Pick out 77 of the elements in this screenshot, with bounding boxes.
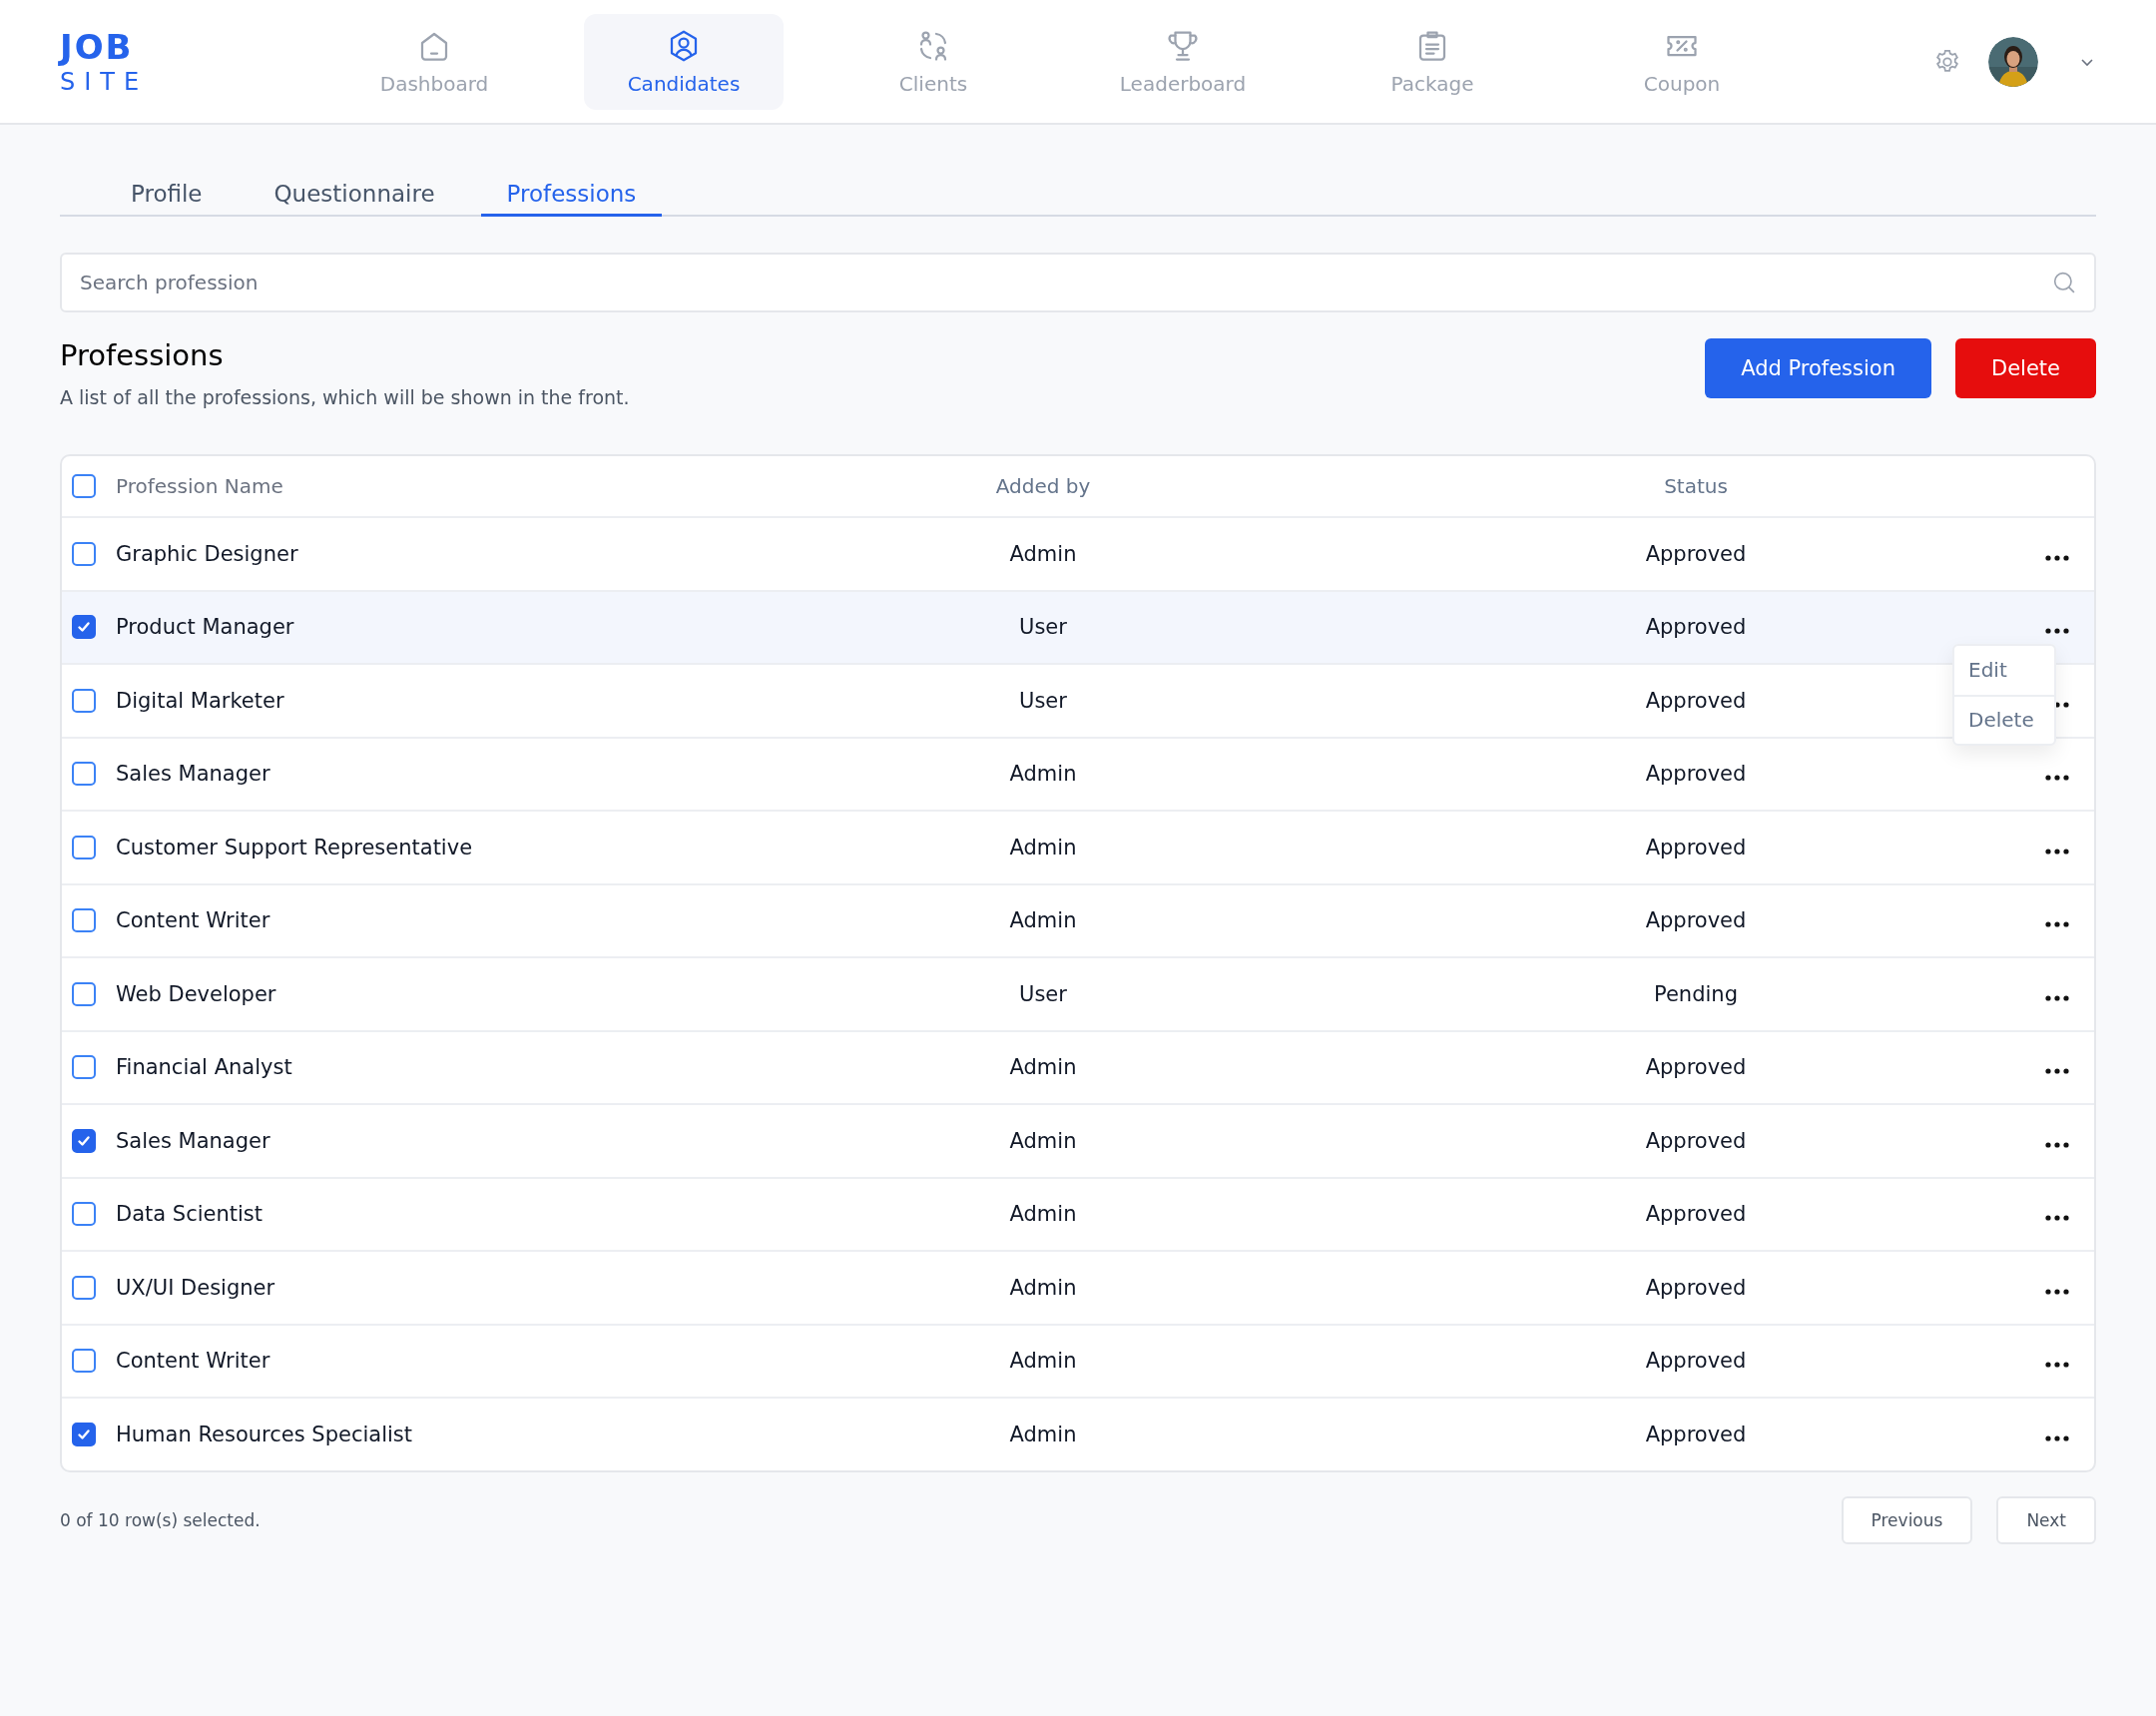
table-cell: Admin: [1009, 1055, 1077, 1080]
checkbox[interactable]: [72, 1349, 96, 1374]
table-cell: Admin: [1009, 1422, 1077, 1446]
table-cell: Approved: [1645, 1349, 1747, 1374]
add-button[interactable]: Add Profession: [1705, 338, 1931, 398]
table-cell-text: Human Resources Specialist: [116, 1422, 413, 1446]
nav-tab[interactable]: Candidates: [584, 13, 784, 110]
column-header: Profession Name: [116, 474, 284, 498]
table-cell: Approved: [1645, 835, 1747, 859]
checkbox[interactable]: [72, 835, 96, 859]
table-cell: Admin: [1009, 762, 1077, 787]
checkbox[interactable]: [72, 688, 96, 713]
checkbox[interactable]: [72, 762, 96, 787]
table-cell-text: Data Scientist: [116, 1202, 264, 1227]
nav-tab[interactable]: Package: [1333, 13, 1532, 110]
delete-button[interactable]: Delete: [1955, 338, 2096, 398]
checkbox[interactable]: [72, 615, 96, 640]
table-cell-text: Content Writer: [116, 908, 271, 933]
table-cell-text: Product Manager: [116, 615, 295, 640]
section-description: A list of all the professions, which will be shown in the front.: [60, 386, 630, 408]
nav-tab[interactable]: Leaderboard: [1083, 13, 1283, 110]
previous-button[interactable]: Previous: [1841, 1495, 1973, 1544]
nav-tab[interactable]: Coupon: [1582, 13, 1782, 110]
menu-item[interactable]: Delete: [1954, 694, 2054, 744]
table-cell: User: [1019, 615, 1067, 640]
table-cell: Approved: [1645, 1128, 1747, 1153]
table-cell-text: Web Developer: [116, 981, 277, 1006]
table-cell: Admin: [1009, 908, 1077, 933]
table-cell: Admin: [1009, 1349, 1077, 1374]
table-cell: Approved: [1645, 762, 1747, 787]
checkbox[interactable]: [72, 541, 96, 566]
selection-count: 0 of 10 row(s) selected.: [60, 1509, 261, 1530]
table-cell: Admin: [1009, 835, 1077, 859]
logo-text: SITE: [60, 66, 150, 97]
table-cell: Approved: [1645, 1055, 1747, 1080]
section-title: Professions: [60, 338, 225, 372]
table-cell: Approved: [1645, 1202, 1747, 1227]
table-cell: User: [1019, 688, 1067, 713]
checkbox[interactable]: [72, 1055, 96, 1080]
table-cell: Pending: [1654, 981, 1738, 1006]
search-field[interactable]: Search profession: [60, 253, 2096, 312]
table-cell-text: Customer Support Representative: [116, 835, 474, 859]
tab[interactable]: Questionnaire: [248, 173, 461, 217]
table-cell: Approved: [1645, 688, 1747, 713]
table-cell: User: [1019, 981, 1067, 1006]
menu-item[interactable]: Edit: [1954, 645, 2054, 695]
next-button[interactable]: Next: [1996, 1495, 2096, 1544]
checkbox[interactable]: [72, 474, 96, 498]
column-header: Status: [1664, 474, 1728, 498]
nav-tab[interactable]: Clients: [833, 13, 1033, 110]
tab[interactable]: Profile: [105, 173, 229, 217]
table-cell-text: Sales Manager: [116, 762, 271, 787]
table-cell: Approved: [1645, 1422, 1747, 1446]
table-cell: Approved: [1645, 1275, 1747, 1300]
table-cell-text: Graphic Designer: [116, 541, 299, 566]
table-cell: Admin: [1009, 1275, 1077, 1300]
column-header: Added by: [995, 474, 1091, 498]
table-cell-text: Digital Marketer: [116, 688, 285, 713]
table-cell: Approved: [1645, 615, 1747, 640]
checkbox[interactable]: [72, 1422, 96, 1446]
checkbox[interactable]: [72, 908, 96, 933]
table-cell: Admin: [1009, 541, 1077, 566]
table-cell-text: Sales Manager: [116, 1128, 271, 1153]
table-cell-text: Content Writer: [116, 1349, 271, 1374]
table-cell-text: Financial Analyst: [116, 1055, 293, 1080]
table-cell: Admin: [1009, 1128, 1077, 1153]
logo-text: JOB: [60, 26, 135, 67]
checkbox[interactable]: [72, 1128, 96, 1153]
checkbox[interactable]: [72, 981, 96, 1006]
table-cell-text: UX/UI Designer: [116, 1275, 276, 1300]
nav-tab[interactable]: Dashboard: [334, 13, 534, 110]
table-cell: Approved: [1645, 541, 1747, 566]
checkbox[interactable]: [72, 1275, 96, 1300]
table-cell: Admin: [1009, 1202, 1077, 1227]
table-cell: Approved: [1645, 908, 1747, 933]
tab[interactable]: Professions: [480, 173, 663, 217]
checkbox[interactable]: [72, 1202, 96, 1227]
